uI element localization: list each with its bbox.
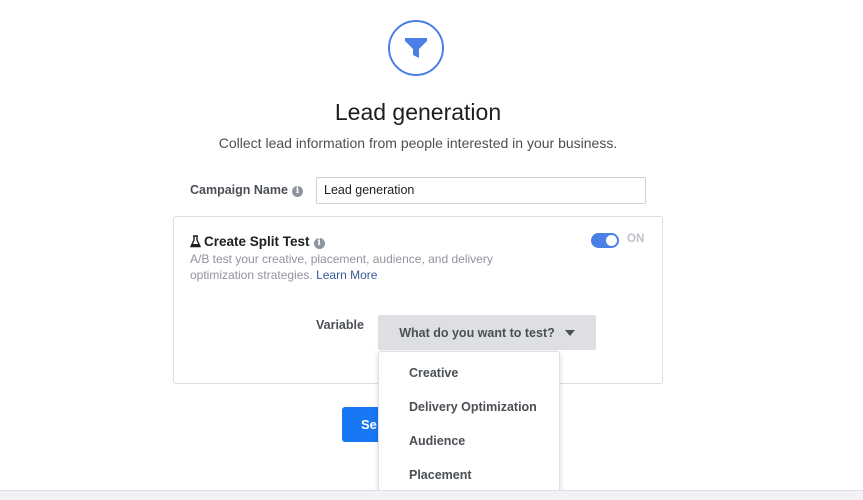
flask-icon xyxy=(189,235,202,251)
caret-down-icon xyxy=(564,329,575,336)
page-subtitle: Collect lead information from people int… xyxy=(218,135,618,151)
funnel-icon xyxy=(388,20,444,76)
campaign-name-label-text: Campaign Name xyxy=(190,183,288,197)
campaign-name-label: Campaign Name i xyxy=(190,183,303,197)
dropdown-item-placement[interactable]: Placement xyxy=(409,468,472,482)
split-test-toggle[interactable] xyxy=(591,233,619,248)
dropdown-item-creative[interactable]: Creative xyxy=(409,366,458,380)
variable-select-text: What do you want to test? xyxy=(399,325,555,340)
variable-select[interactable]: What do you want to test? xyxy=(378,315,596,350)
info-icon[interactable]: i xyxy=(313,238,325,249)
split-test-title-text: Create Split Test xyxy=(204,234,310,249)
split-test-title: Create Split Test i xyxy=(189,234,325,251)
split-test-description: A/B test your creative, placement, audie… xyxy=(190,251,540,283)
page-title: Lead generation xyxy=(334,99,502,125)
toggle-state-label: ON xyxy=(627,233,645,245)
variable-label: Variable xyxy=(316,318,364,332)
campaign-name-input[interactable]: Lead generation xyxy=(316,177,646,204)
toggle-knob xyxy=(606,235,617,246)
learn-more-link[interactable]: Learn More xyxy=(316,268,377,282)
dropdown-item-delivery-optimization[interactable]: Delivery Optimization xyxy=(409,400,537,414)
variable-dropdown-menu: Creative Delivery Optimization Audience … xyxy=(378,351,560,499)
info-icon[interactable]: i xyxy=(291,186,303,197)
dropdown-item-audience[interactable]: Audience xyxy=(409,434,465,448)
